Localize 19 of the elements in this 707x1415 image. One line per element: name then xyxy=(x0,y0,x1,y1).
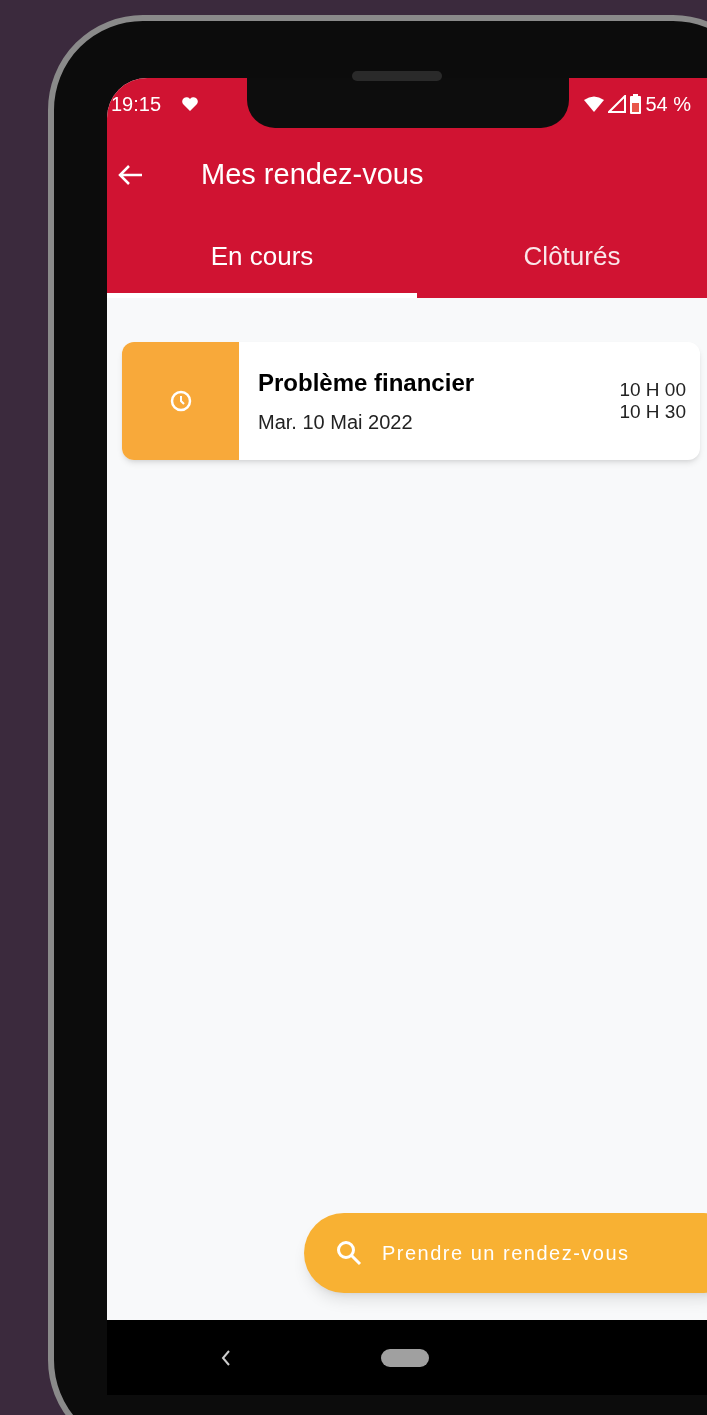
page-title: Mes rendez-vous xyxy=(201,157,424,193)
clock-icon xyxy=(169,390,192,412)
search-icon xyxy=(336,1240,362,1266)
appointment-title: Problème financier xyxy=(258,368,475,398)
home-pill[interactable] xyxy=(381,1348,429,1367)
start-time: 10 H 00 xyxy=(619,379,686,401)
end-time: 10 H 30 xyxy=(619,401,686,423)
back-arrow-icon xyxy=(117,164,143,186)
appointment-card[interactable]: Problème financier Mar. 10 Mai 2022 10 H 00 10 H 30 xyxy=(122,342,700,460)
appointment-date: Mar. 10 Mai 2022 xyxy=(258,410,414,435)
signal-icon xyxy=(608,95,627,113)
tab[interactable]: Clôturés xyxy=(417,220,707,298)
tab[interactable]: En cours xyxy=(107,220,417,298)
status-time: 19:15 xyxy=(111,92,162,117)
heart-icon xyxy=(181,96,200,112)
battery-icon xyxy=(630,94,642,114)
back-chevron-icon[interactable] xyxy=(221,1348,231,1367)
battery-percent: 54 % xyxy=(645,92,691,117)
wifi-icon xyxy=(584,96,605,112)
